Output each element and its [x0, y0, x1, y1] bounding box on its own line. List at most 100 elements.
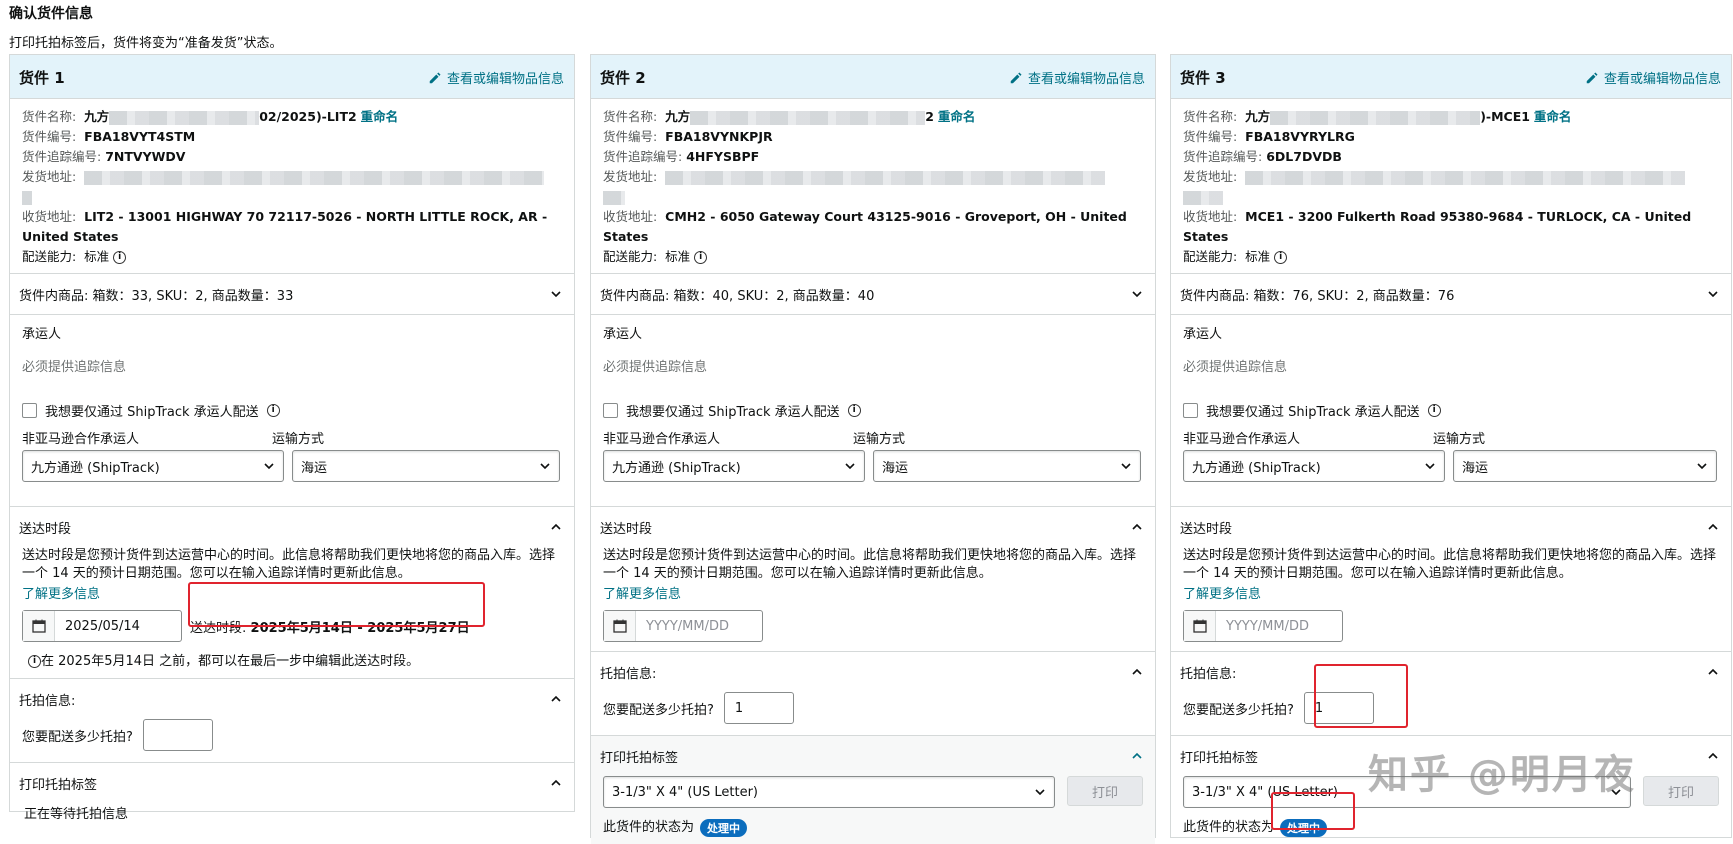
redacted-text: [22, 190, 32, 205]
chevron-up-icon: [1132, 668, 1142, 675]
highlight-box: [1314, 664, 1408, 728]
highlight-box: [188, 582, 485, 627]
chevron-up-icon: [1132, 523, 1142, 530]
label-size-select[interactable]: 3-1/3" X 4" (US Letter): [603, 776, 1056, 808]
print-button[interactable]: 打印: [1643, 776, 1719, 806]
edit-items-link[interactable]: 查看或编辑物品信息: [428, 68, 564, 87]
print-header[interactable]: 打印托拍标签: [591, 736, 1155, 776]
ship-to-address: MCE1 - 3200 Fulkerth Road 95380-9684 - T…: [1183, 209, 1692, 244]
shipment-header: 货件 3 查看或编辑物品信息: [1171, 55, 1731, 99]
pallet-count-input[interactable]: 1: [723, 692, 794, 724]
carrier-section: 承运人 必须提供追踪信息 我想要仅通过 ShipTrack 承运人配送 i 非亚马…: [1171, 315, 1731, 507]
info-icon[interactable]: i: [266, 404, 280, 417]
shipment-id: FBA18VYNKPJR: [665, 129, 773, 144]
shipment-card-1: 货件 1 查看或编辑物品信息 货件名称: 九方 02/2025)-LIT2 重命名…: [9, 54, 575, 822]
print-section: 打印托拍标签 3-1/3" X 4" (US Letter) 打印 此货件的状态…: [591, 736, 1155, 844]
redacted-text: [1270, 110, 1481, 125]
rename-link[interactable]: 重命名: [938, 109, 976, 124]
shipment-header: 货件 2 查看或编辑物品信息: [591, 55, 1155, 99]
rename-link[interactable]: 重命名: [361, 109, 399, 124]
chevron-up-icon: [551, 695, 561, 702]
tracking-number: 7NTVYWDV: [105, 149, 186, 164]
edit-items-link[interactable]: 查看或编辑物品信息: [1585, 68, 1721, 87]
info-icon[interactable]: i: [1274, 251, 1288, 264]
info-icon[interactable]: i: [1427, 404, 1441, 417]
calendar-icon[interactable]: [1184, 611, 1216, 641]
chevron-down-icon: [1697, 463, 1707, 470]
delivery-description: 送达时段是您预计货件到达运营中心的时间。此信息将帮助我们更快地将您的商品入库。选…: [603, 548, 1137, 581]
shipment-title: 货件 3: [1180, 69, 1226, 87]
shipment-id: FBA18VYT4STM: [84, 129, 196, 144]
carrier-select[interactable]: 九方通逊 (ShipTrack): [603, 450, 865, 482]
page-title: 确认货件信息: [9, 6, 93, 22]
learn-more-link[interactable]: 了解更多信息: [1183, 583, 1719, 602]
date-input[interactable]: YYYY/MM/DD: [1183, 610, 1343, 642]
redacted-address: [665, 170, 1106, 185]
pallet-count-input[interactable]: [142, 719, 213, 751]
shipment-card-3: 货件 3 查看或编辑物品信息 货件名称: 九方)-MCE1 重命名 货件编号: …: [1170, 54, 1732, 838]
highlight-box: [1271, 792, 1355, 830]
carrier-select[interactable]: 九方通逊 (ShipTrack): [22, 450, 284, 482]
redacted-text: [109, 110, 260, 125]
items-summary[interactable]: 货件内商品: 箱数：40, SKU：2, 商品数量：40: [591, 274, 1155, 315]
pallet-header[interactable]: 托拍信息:: [10, 679, 574, 719]
carrier-select[interactable]: 九方通逊 (ShipTrack): [1183, 450, 1445, 482]
chevron-up-icon: [551, 779, 561, 786]
learn-more-link[interactable]: 了解更多信息: [603, 583, 1143, 602]
redacted-text: [603, 190, 625, 205]
print-header[interactable]: 打印托拍标签: [10, 763, 574, 803]
redacted-text: [690, 110, 926, 125]
shipping-mode-select[interactable]: 海运: [292, 450, 560, 482]
info-icon[interactable]: i: [694, 251, 708, 264]
status-row: 此货件的状态为 处理中: [1171, 808, 1731, 837]
carrier-section: 承运人 必须提供追踪信息 我想要仅通过 ShipTrack 承运人配送 i 非亚马…: [591, 315, 1155, 507]
edit-items-link[interactable]: 查看或编辑物品信息: [1009, 68, 1145, 87]
pallet-section: 托拍信息: 您要配送多少托拍? 1: [591, 652, 1155, 736]
shiptrack-checkbox[interactable]: [22, 403, 37, 418]
info-icon[interactable]: i: [113, 251, 127, 264]
info-icon[interactable]: i: [847, 404, 861, 417]
shipping-mode-select[interactable]: 海运: [1453, 450, 1717, 482]
shipment-info: 货件名称: 九方 02/2025)-LIT2 重命名 货件编号: FBA18VYT…: [10, 99, 574, 274]
date-input[interactable]: 2025/05/14: [22, 610, 182, 642]
shipment-header: 货件 1 查看或编辑物品信息: [10, 55, 574, 99]
chevron-up-icon: [1708, 752, 1718, 759]
chevron-down-icon: [551, 291, 561, 298]
chevron-up-icon: [1708, 668, 1718, 675]
shipping-mode-select[interactable]: 海运: [873, 450, 1141, 482]
items-summary[interactable]: 货件内商品: 箱数：33, SKU：2, 商品数量：33: [10, 274, 574, 315]
shipment-title: 货件 2: [600, 69, 646, 87]
pallet-header[interactable]: 托拍信息:: [1171, 652, 1731, 692]
tracking-required-text: 必须提供追踪信息: [603, 360, 708, 375]
delivery-window-section: 送达时段 送达时段是您预计货件到达运营中心的时间。此信息将帮助我们更快地将您的商…: [591, 507, 1155, 652]
calendar-icon[interactable]: [604, 611, 636, 641]
status-badge: 处理中: [700, 818, 748, 837]
chevron-down-icon: [1035, 789, 1045, 796]
tracking-required-text: 必须提供追踪信息: [1183, 360, 1288, 375]
delivery-window-header[interactable]: 送达时段: [1171, 507, 1731, 547]
ship-to-address: CMH2 - 6050 Gateway Court 43125-9016 - G…: [603, 209, 1127, 244]
page-subtitle: 打印托拍标签后，货件将变为“准备发货”状态。: [9, 36, 283, 51]
shiptrack-checkbox[interactable]: [603, 403, 618, 418]
shipment-info: 货件名称: 九方)-MCE1 重命名 货件编号: FBA18VYRYLRG 货件…: [1171, 99, 1731, 274]
print-button[interactable]: 打印: [1067, 776, 1143, 806]
edit-note: i在 2025年5月14日 之前，都可以在最后一步中编辑此送达时段。: [22, 650, 562, 669]
rename-link[interactable]: 重命名: [1534, 109, 1572, 124]
ship-to-address: LIT2 - 13001 HIGHWAY 70 72117-5026 - NOR…: [22, 209, 548, 244]
delivery-window-header[interactable]: 送达时段: [591, 507, 1155, 547]
pallet-section: 托拍信息: 您要配送多少托拍? 1: [1171, 652, 1731, 736]
chevron-up-icon: [1708, 523, 1718, 530]
items-summary[interactable]: 货件内商品: 箱数：76, SKU：2, 商品数量：76: [1171, 274, 1731, 315]
shiptrack-checkbox[interactable]: [1183, 403, 1198, 418]
watermark: 知乎 @明月夜: [1368, 752, 1636, 798]
status-row: 此货件的状态为 处理中: [591, 808, 1155, 837]
delivery-window-header[interactable]: 送达时段: [10, 507, 574, 547]
shipment-card-2: 货件 2 查看或编辑物品信息 货件名称: 九方 2 重命名 货件编号: FBA18…: [590, 54, 1156, 844]
carrier-title: 承运人: [22, 327, 62, 342]
carrier-section: 承运人 必须提供追踪信息 我想要仅通过 ShipTrack 承运人配送 i 非亚马…: [10, 315, 574, 507]
pallet-header[interactable]: 托拍信息:: [591, 652, 1155, 692]
date-input[interactable]: YYYY/MM/DD: [603, 610, 763, 642]
shipment-title: 货件 1: [19, 69, 65, 87]
chevron-down-icon: [264, 463, 274, 470]
calendar-icon[interactable]: [23, 611, 55, 641]
